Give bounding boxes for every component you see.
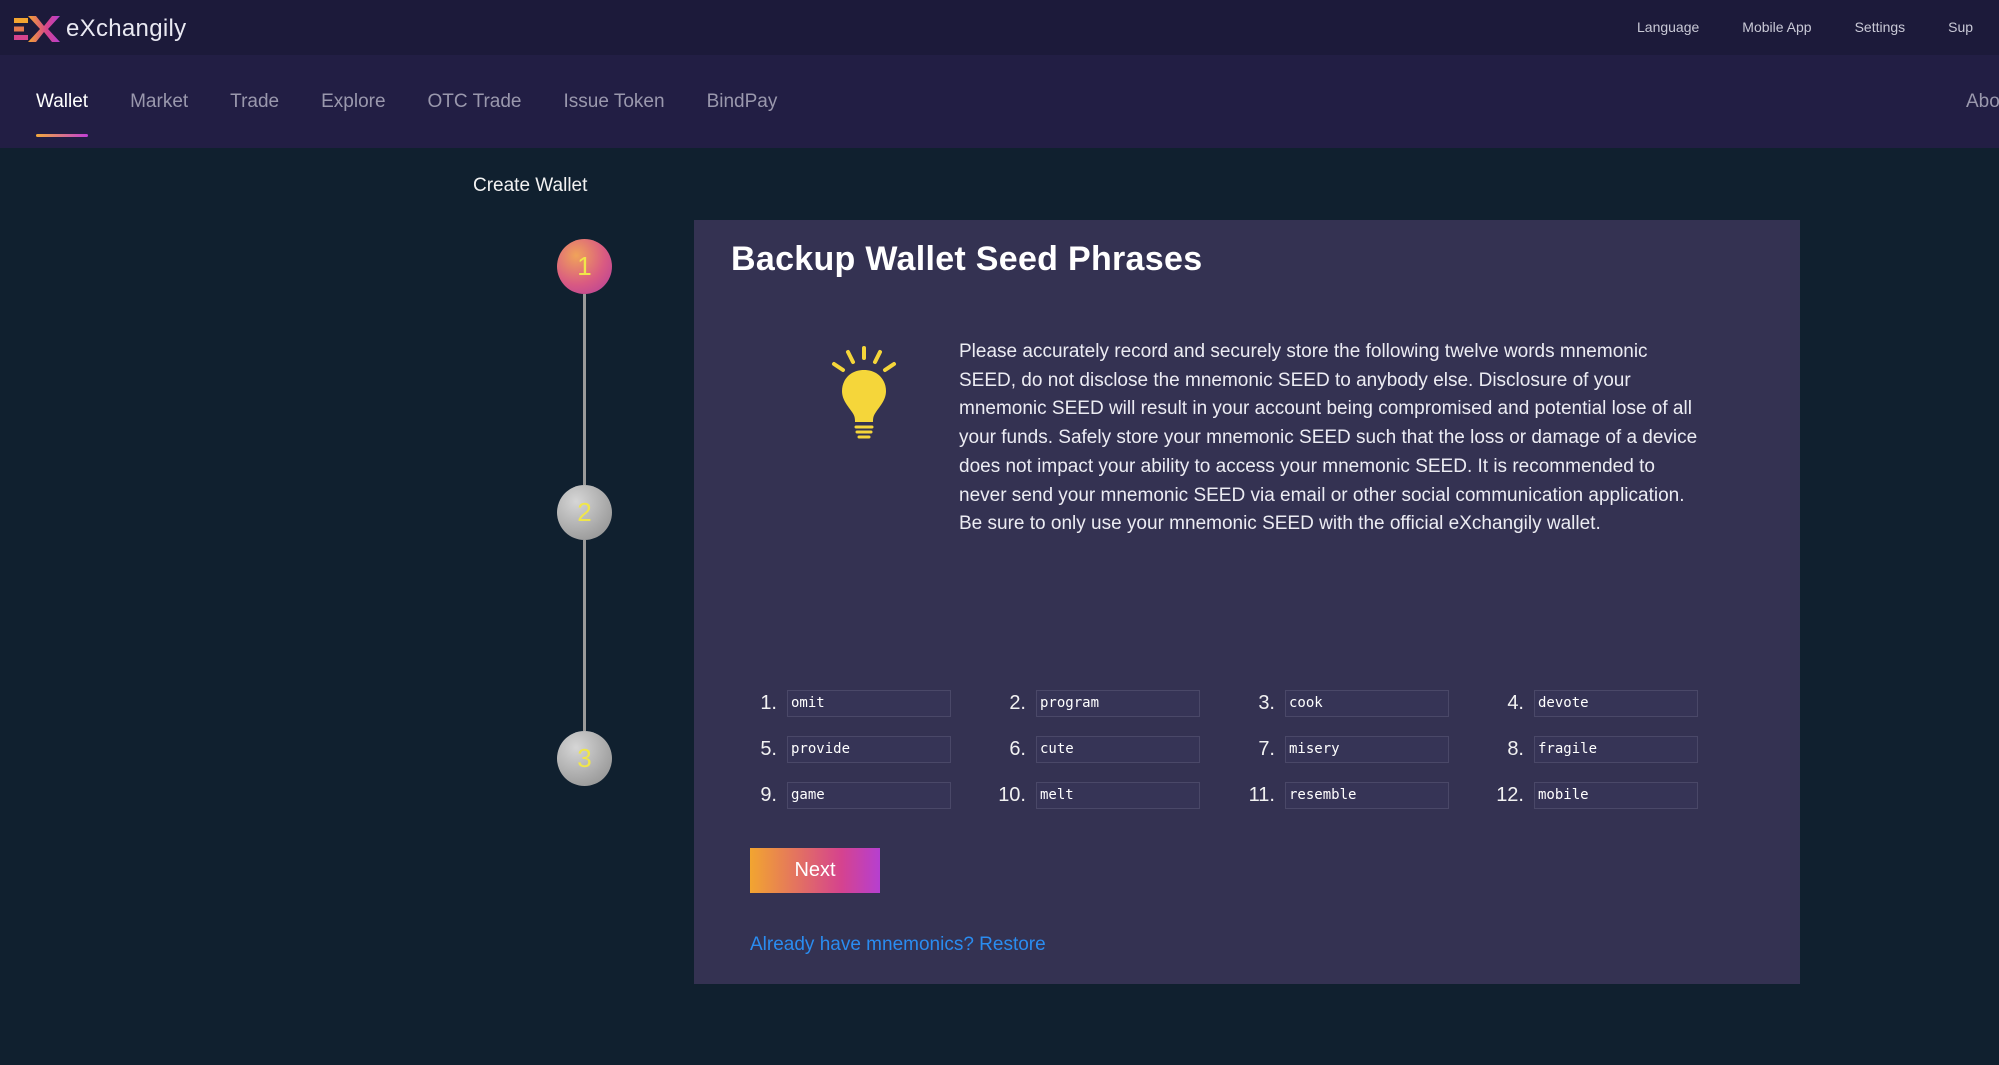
- seed-item: 2. program: [988, 680, 1237, 726]
- seed-number: 7.: [1258, 737, 1275, 760]
- page-title: Create Wallet: [473, 175, 588, 196]
- tab-about[interactable]: Abo: [1966, 91, 1999, 113]
- tab-trade[interactable]: Trade: [230, 91, 279, 113]
- seed-warning-text: Please accurately record and securely st…: [959, 341, 1698, 535]
- card-title: Backup Wallet Seed Phrases: [731, 240, 1203, 278]
- seed-word-field[interactable]: resemble: [1285, 781, 1449, 809]
- seed-word-field[interactable]: cute: [1036, 735, 1200, 763]
- backup-seed-card: Backup Wallet Seed Phrases Please accura…: [694, 220, 1800, 984]
- restore-link[interactable]: Already have mnemonics? Restore: [750, 934, 1046, 956]
- seed-word-field[interactable]: cook: [1285, 689, 1449, 717]
- seed-number: 9.: [760, 783, 777, 806]
- lightbulb-icon: [832, 346, 896, 439]
- top-link-support[interactable]: Sup: [1948, 19, 1973, 35]
- brand-name: eXchangily: [66, 15, 187, 42]
- seed-item: 12. mobile: [1486, 772, 1735, 818]
- top-links: Language Mobile App Settings Sup: [1637, 19, 1999, 35]
- top-link-mobile-app[interactable]: Mobile App: [1742, 19, 1811, 35]
- seed-item: 6. cute: [988, 726, 1237, 772]
- seed-item: 10. melt: [988, 772, 1237, 818]
- seed-item: 7. misery: [1237, 726, 1486, 772]
- seed-word-field[interactable]: mobile: [1534, 781, 1698, 809]
- step-1: 1: [557, 239, 612, 294]
- step-connector: [583, 540, 586, 731]
- seed-word-field[interactable]: omit: [787, 689, 951, 717]
- top-link-settings[interactable]: Settings: [1855, 19, 1906, 35]
- top-link-language[interactable]: Language: [1637, 19, 1699, 35]
- seed-number: 6.: [1009, 737, 1026, 760]
- next-button[interactable]: Next: [750, 848, 880, 893]
- seed-item: 5. provide: [739, 726, 988, 772]
- exchangily-logo-icon: [14, 16, 60, 42]
- seed-item: 9. game: [739, 772, 988, 818]
- seed-word-field[interactable]: devote: [1534, 689, 1698, 717]
- seed-number: 5.: [760, 737, 777, 760]
- seed-item: 1. omit: [739, 680, 988, 726]
- seed-word-field[interactable]: program: [1036, 689, 1200, 717]
- seed-word-field[interactable]: provide: [787, 735, 951, 763]
- tab-wallet[interactable]: Wallet: [36, 91, 89, 137]
- seed-word-field[interactable]: misery: [1285, 735, 1449, 763]
- seed-number: 12.: [1496, 783, 1524, 806]
- seed-number: 3.: [1258, 691, 1275, 714]
- seed-number: 8.: [1507, 737, 1524, 760]
- seed-item: 8. fragile: [1486, 726, 1735, 772]
- top-bar: eXchangily Language Mobile App Settings …: [0, 0, 1999, 55]
- seed-item: 4. devote: [1486, 680, 1735, 726]
- seed-row: 9. game 10. melt 11. resemble 12. mobile: [739, 772, 1739, 818]
- tab-explore[interactable]: Explore: [321, 91, 385, 113]
- seed-row: 1. omit 2. program 3. cook 4. devote: [739, 680, 1739, 726]
- step-3: 3: [557, 731, 612, 786]
- seed-row: 5. provide 6. cute 7. misery 8. fragile: [739, 726, 1739, 772]
- seed-word-field[interactable]: fragile: [1534, 735, 1698, 763]
- seed-item: 11. resemble: [1237, 772, 1486, 818]
- seed-word-field[interactable]: game: [787, 781, 951, 809]
- step-connector: [583, 294, 586, 485]
- seed-number: 10.: [998, 783, 1026, 806]
- seed-number: 1.: [760, 691, 777, 714]
- seed-word-field[interactable]: melt: [1036, 781, 1200, 809]
- tab-market[interactable]: Market: [130, 91, 188, 113]
- seed-grid: 1. omit 2. program 3. cook 4. devote 5. provi…: [739, 680, 1739, 818]
- stepper: 1 2 3: [557, 239, 612, 787]
- step-2: 2: [557, 485, 612, 540]
- seed-number: 11.: [1248, 783, 1275, 806]
- tab-otc-trade[interactable]: OTC Trade: [428, 91, 522, 113]
- seed-number: 4.: [1507, 691, 1524, 714]
- seed-number: 2.: [1009, 691, 1026, 714]
- tab-issue-token[interactable]: Issue Token: [564, 91, 665, 113]
- main-nav: Wallet Market Trade Explore OTC Trade Is…: [0, 55, 1999, 148]
- tab-bindpay[interactable]: BindPay: [707, 91, 778, 113]
- seed-item: 3. cook: [1237, 680, 1486, 726]
- nav-tabs: Wallet Market Trade Explore OTC Trade Is…: [36, 91, 819, 137]
- logo[interactable]: eXchangily: [14, 13, 186, 45]
